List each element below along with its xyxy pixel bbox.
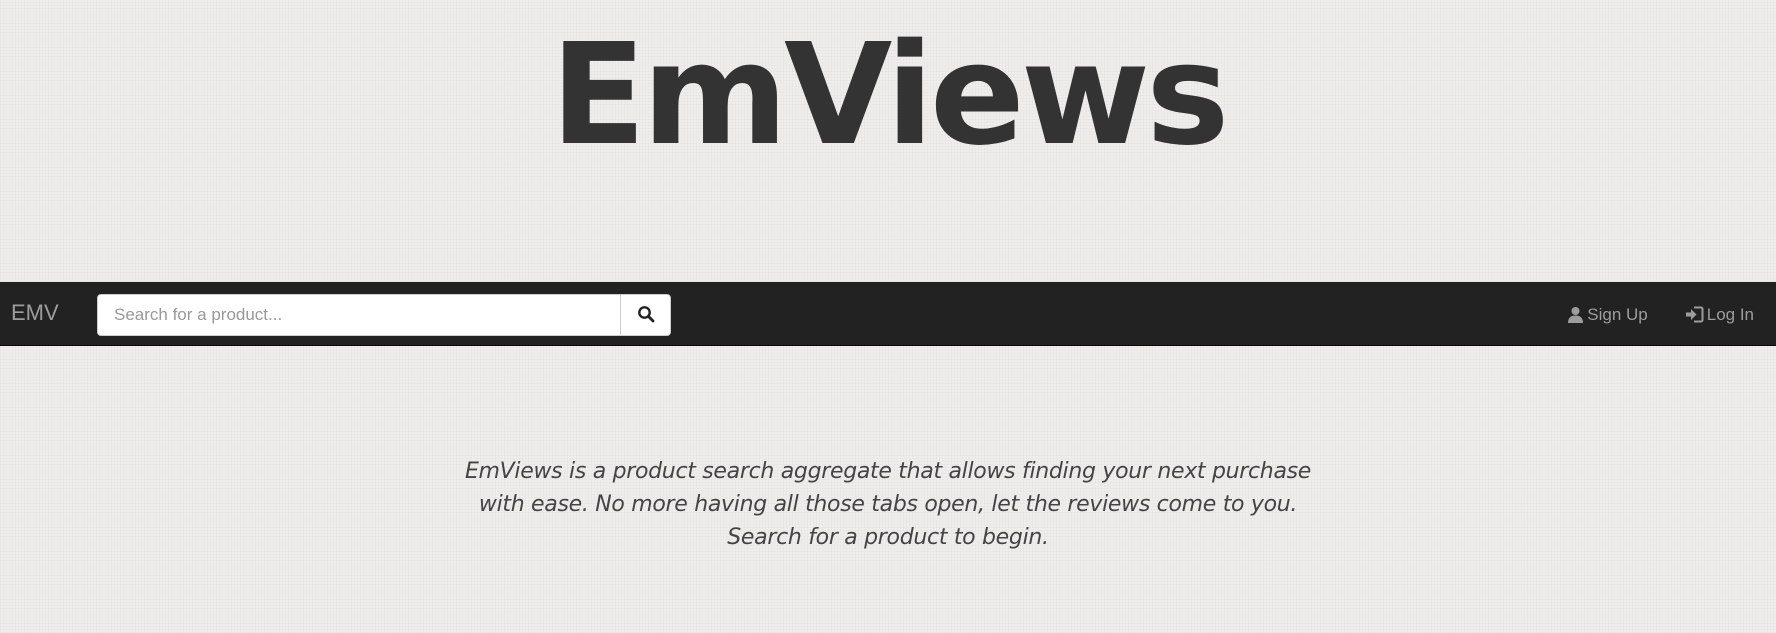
- log-in-icon: [1685, 306, 1704, 323]
- navbar-brand[interactable]: EMV: [11, 302, 59, 324]
- user-icon: [1567, 306, 1584, 323]
- navbar-right: Sign Up Log In: [1530, 282, 1754, 346]
- signup-link[interactable]: Sign Up: [1567, 304, 1648, 324]
- site-description: EmViews is a product search aggregate th…: [464, 459, 1312, 550]
- search-button[interactable]: [620, 295, 670, 335]
- search-form: [97, 294, 671, 336]
- login-link[interactable]: Log In: [1685, 306, 1754, 323]
- site-logo: EmViews: [550, 14, 1229, 177]
- navbar: EMV Sign Up: [0, 282, 1776, 346]
- login-label: Log In: [1706, 304, 1754, 324]
- search-icon: [637, 305, 655, 326]
- search-input[interactable]: [98, 295, 620, 335]
- hero: EmViews: [0, 0, 1776, 282]
- signup-label: Sign Up: [1587, 304, 1648, 324]
